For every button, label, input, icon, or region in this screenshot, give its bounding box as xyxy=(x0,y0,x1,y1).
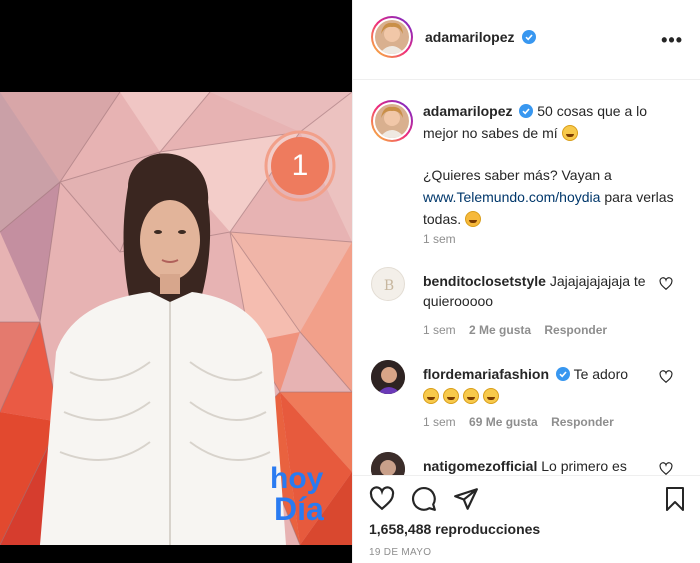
post-date[interactable]: 19 DE MAYO xyxy=(369,547,431,558)
post-actions: 1,658,488 reproducciones 19 DE MAYO xyxy=(353,475,700,563)
comment-text: flordemariafashion Te adoro xyxy=(423,364,653,406)
comment-time[interactable]: 1 sem xyxy=(423,415,456,429)
verified-icon xyxy=(555,367,570,381)
more-options-icon[interactable]: ••• xyxy=(661,30,683,51)
hoy-dia-logo: hoy Día xyxy=(270,462,324,527)
post-media[interactable]: 1 hoy Día xyxy=(0,0,352,563)
view-count[interactable]: 1,658,488 reproducciones xyxy=(369,521,540,537)
verified-icon xyxy=(521,30,536,44)
commenter-avatar[interactable] xyxy=(371,360,405,394)
caption-link[interactable]: www.Telemundo.com/hoydia xyxy=(423,189,600,205)
reply-button[interactable]: Responder xyxy=(544,323,607,337)
commenter-username[interactable]: benditoclosetstyle xyxy=(423,273,546,289)
laughing-emoji-icon xyxy=(462,388,479,404)
caption-avatar[interactable] xyxy=(371,100,413,142)
comment-meta: 1 sem 2 Me gusta Responder xyxy=(423,323,607,337)
laughing-emoji-icon xyxy=(442,388,459,404)
verified-icon xyxy=(519,104,534,118)
caption-time[interactable]: 1 sem xyxy=(423,232,456,246)
comment-bubble-icon[interactable] xyxy=(411,486,437,512)
comment-text: benditoclosetstyle Jajajajajajaja te qui… xyxy=(423,273,646,309)
comment-text: natigomezofficial Lo primero es xyxy=(423,458,627,474)
laughing-emoji-icon xyxy=(482,388,499,404)
post-header: adamarilopez ••• xyxy=(353,0,700,80)
video-player[interactable]: 1 hoy Día xyxy=(0,92,352,545)
commenter-avatar[interactable]: B xyxy=(371,267,405,301)
laughing-emoji-icon xyxy=(423,388,439,404)
heart-eyes-emoji-icon xyxy=(465,211,482,227)
comment-meta: 1 sem 69 Me gusta Responder xyxy=(423,415,614,429)
comment-item: natigomezofficial Lo primero es xyxy=(353,450,700,475)
caption-text: adamarilopez 50 cosas que a lo mejor no … xyxy=(423,100,685,230)
save-bookmark-icon[interactable] xyxy=(663,486,687,512)
grinning-emoji-icon xyxy=(561,125,578,141)
comment-time[interactable]: 1 sem xyxy=(423,323,456,337)
commenter-avatar[interactable] xyxy=(371,452,405,475)
comment-likes[interactable]: 69 Me gusta xyxy=(469,415,538,429)
comment-likes[interactable]: 2 Me gusta xyxy=(469,323,531,337)
author-avatar[interactable] xyxy=(371,16,413,58)
share-send-icon[interactable] xyxy=(453,486,479,512)
like-comment-heart-icon[interactable] xyxy=(659,370,673,384)
number-badge-label: 1 xyxy=(291,149,309,182)
post-details-panel: adamarilopez ••• adamarilopez 50 cosas q… xyxy=(352,0,700,563)
commenter-username[interactable]: flordemariafashion xyxy=(423,366,549,382)
caption-username[interactable]: adamarilopez xyxy=(423,103,512,119)
svg-text:B: B xyxy=(384,278,394,294)
like-heart-icon[interactable] xyxy=(369,486,395,512)
commenter-username[interactable]: natigomezofficial xyxy=(423,458,537,474)
caption-line-2: ¿Quieres saber más? Vayan a xyxy=(423,167,612,183)
reply-button[interactable]: Responder xyxy=(551,415,614,429)
author-username[interactable]: adamarilopez xyxy=(425,29,514,45)
like-comment-heart-icon[interactable] xyxy=(659,277,673,291)
like-comment-heart-icon[interactable] xyxy=(659,462,673,475)
